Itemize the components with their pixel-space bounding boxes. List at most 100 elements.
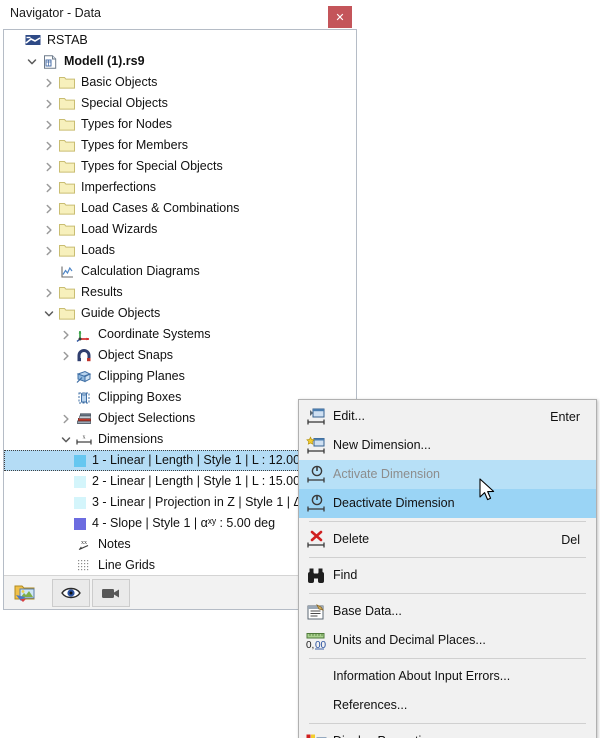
- folder-icon: [59, 161, 75, 173]
- tree-item-load-cases-combinations[interactable]: Load Cases & Combinations: [4, 198, 356, 219]
- svg-text:xx: xx: [81, 540, 87, 546]
- display-button[interactable]: [52, 578, 90, 607]
- menu-item-deactivate-dimension[interactable]: Deactivate Dimension: [299, 489, 596, 518]
- menu-item-label: Units and Decimal Places...: [333, 633, 486, 647]
- clipping-plane-icon: [76, 370, 92, 383]
- tree-item-label: Object Snaps: [98, 348, 174, 362]
- folder-icon: [57, 240, 77, 261]
- menu-separator: [309, 658, 586, 659]
- folder-icon: [57, 156, 77, 177]
- dimension-activate-icon: [299, 460, 333, 489]
- clipping-box-icon: [74, 387, 94, 408]
- tree-item-guide-objects[interactable]: Guide Objects: [4, 303, 356, 324]
- tree-item-object-snaps[interactable]: Object Snaps: [4, 345, 356, 366]
- tree-twisty[interactable]: [40, 114, 57, 135]
- tree-item-load-wizards[interactable]: Load Wizards: [4, 219, 356, 240]
- coordinate-system-icon: [76, 330, 89, 342]
- tree-twisty[interactable]: [40, 282, 57, 303]
- clipping-box-icon: [78, 392, 90, 403]
- folder-icon: [59, 245, 75, 257]
- tree-twisty[interactable]: [40, 198, 57, 219]
- tree-item-label: RSTAB: [47, 33, 88, 47]
- tree-item-label: Clipping Boxes: [98, 390, 182, 404]
- tree-twisty[interactable]: [40, 177, 57, 198]
- notes-icon: xx: [74, 534, 94, 555]
- display-properties-icon: [299, 727, 333, 738]
- tree-item-label: Line Grids: [98, 558, 155, 572]
- menu-item-references[interactable]: References...: [299, 691, 596, 720]
- menu-item-label: Delete: [333, 532, 370, 546]
- project-navigator-button[interactable]: [6, 579, 44, 607]
- tree-item-label: Loads: [81, 243, 116, 257]
- tree-twisty[interactable]: [40, 240, 57, 261]
- chevron-down-icon: [61, 436, 70, 442]
- tree-item-label: Results: [81, 285, 123, 299]
- tree-item-results[interactable]: Results: [4, 282, 356, 303]
- base-data-icon: [299, 597, 333, 626]
- find-binoculars-icon: [299, 561, 333, 590]
- tree-twisty[interactable]: [57, 324, 74, 345]
- menu-item-label: Activate Dimension: [333, 467, 440, 481]
- tree-item-coordinate-systems[interactable]: Coordinate Systems: [4, 324, 356, 345]
- tree-twisty[interactable]: [40, 156, 57, 177]
- dimension-color-swatch: [74, 496, 86, 509]
- views-button[interactable]: [92, 578, 130, 607]
- menu-item-label: Find: [333, 568, 358, 582]
- tree-twisty[interactable]: [57, 345, 74, 366]
- tree-item-label: Load Wizards: [81, 222, 158, 236]
- menu-item-activate-dimension[interactable]: Activate Dimension: [299, 460, 596, 489]
- tree-twisty[interactable]: [23, 51, 40, 72]
- folder-icon: [57, 177, 77, 198]
- tree-twisty[interactable]: [40, 303, 57, 324]
- tree-twisty[interactable]: [40, 219, 57, 240]
- tree-item-rstab[interactable]: RSTAB: [4, 30, 356, 51]
- folder-icon: [57, 114, 77, 135]
- dimension-icon: x: [74, 429, 94, 450]
- tree-item-label: Guide Objects: [81, 306, 161, 320]
- menu-item-base-data[interactable]: Base Data...: [299, 597, 596, 626]
- menu-separator: [309, 521, 586, 522]
- tree-item-modell-1-rs9[interactable]: Modell (1).rs9: [4, 51, 356, 72]
- menu-item-new-dimension[interactable]: New Dimension...: [299, 431, 596, 460]
- tree-twisty[interactable]: [40, 72, 57, 93]
- tree-item-label: Dimensions: [98, 432, 164, 446]
- tree-item-special-objects[interactable]: Special Objects: [4, 93, 356, 114]
- rstab-logo-icon: [25, 35, 41, 45]
- close-button[interactable]: ✕: [328, 6, 352, 28]
- folder-icon: [59, 308, 75, 320]
- tree-item-label: Types for Nodes: [81, 117, 173, 131]
- tree-twisty[interactable]: [57, 429, 74, 450]
- tree-item-types-for-nodes[interactable]: Types for Nodes: [4, 114, 356, 135]
- tree-item-calculation-diagrams[interactable]: Calculation Diagrams: [4, 261, 356, 282]
- tree-twisty[interactable]: [40, 135, 57, 156]
- tree-item-types-for-special-objects[interactable]: Types for Special Objects: [4, 156, 356, 177]
- folder-icon: [57, 219, 77, 240]
- tree-item-label: Special Objects: [81, 96, 168, 110]
- chevron-right-icon: [46, 246, 52, 255]
- line-grid-icon: [74, 555, 94, 575]
- menu-item-delete[interactable]: Delete Del: [299, 525, 596, 554]
- dimension-label: 4 - Slope | Style 1 | αˣʸ : 5.00 deg: [92, 516, 276, 530]
- line-grid-icon: [78, 560, 89, 571]
- tree-item-clipping-planes[interactable]: Clipping Planes: [4, 366, 356, 387]
- tree-item-loads[interactable]: Loads: [4, 240, 356, 261]
- tree-item-basic-objects[interactable]: Basic Objects: [4, 72, 356, 93]
- menu-item-label: Base Data...: [333, 604, 402, 618]
- chevron-right-icon: [46, 183, 52, 192]
- menu-item-information-about-input-errors[interactable]: Information About Input Errors...: [299, 662, 596, 691]
- folder-icon: [59, 119, 75, 131]
- tree-item-types-for-members[interactable]: Types for Members: [4, 135, 356, 156]
- tree-twisty[interactable]: [57, 408, 74, 429]
- rstab-logo-icon: [23, 30, 43, 51]
- menu-item-find[interactable]: Find: [299, 561, 596, 590]
- tree-item-imperfections[interactable]: Imperfections: [4, 177, 356, 198]
- menu-item-edit[interactable]: Edit... Enter: [299, 402, 596, 431]
- menu-item-units-and-decimal-places[interactable]: 0, 00 Units and Decimal Places...: [299, 626, 596, 655]
- chevron-right-icon: [63, 414, 69, 423]
- tree-twisty[interactable]: [40, 93, 57, 114]
- menu-icon-placeholder: [299, 662, 333, 691]
- chevron-right-icon: [46, 204, 52, 213]
- context-menu[interactable]: Edit... Enter New Dimension... Activate Dim…: [298, 399, 597, 738]
- tree-item-label: Basic Objects: [81, 75, 158, 89]
- menu-item-display-properties[interactable]: Display Properties...: [299, 727, 596, 738]
